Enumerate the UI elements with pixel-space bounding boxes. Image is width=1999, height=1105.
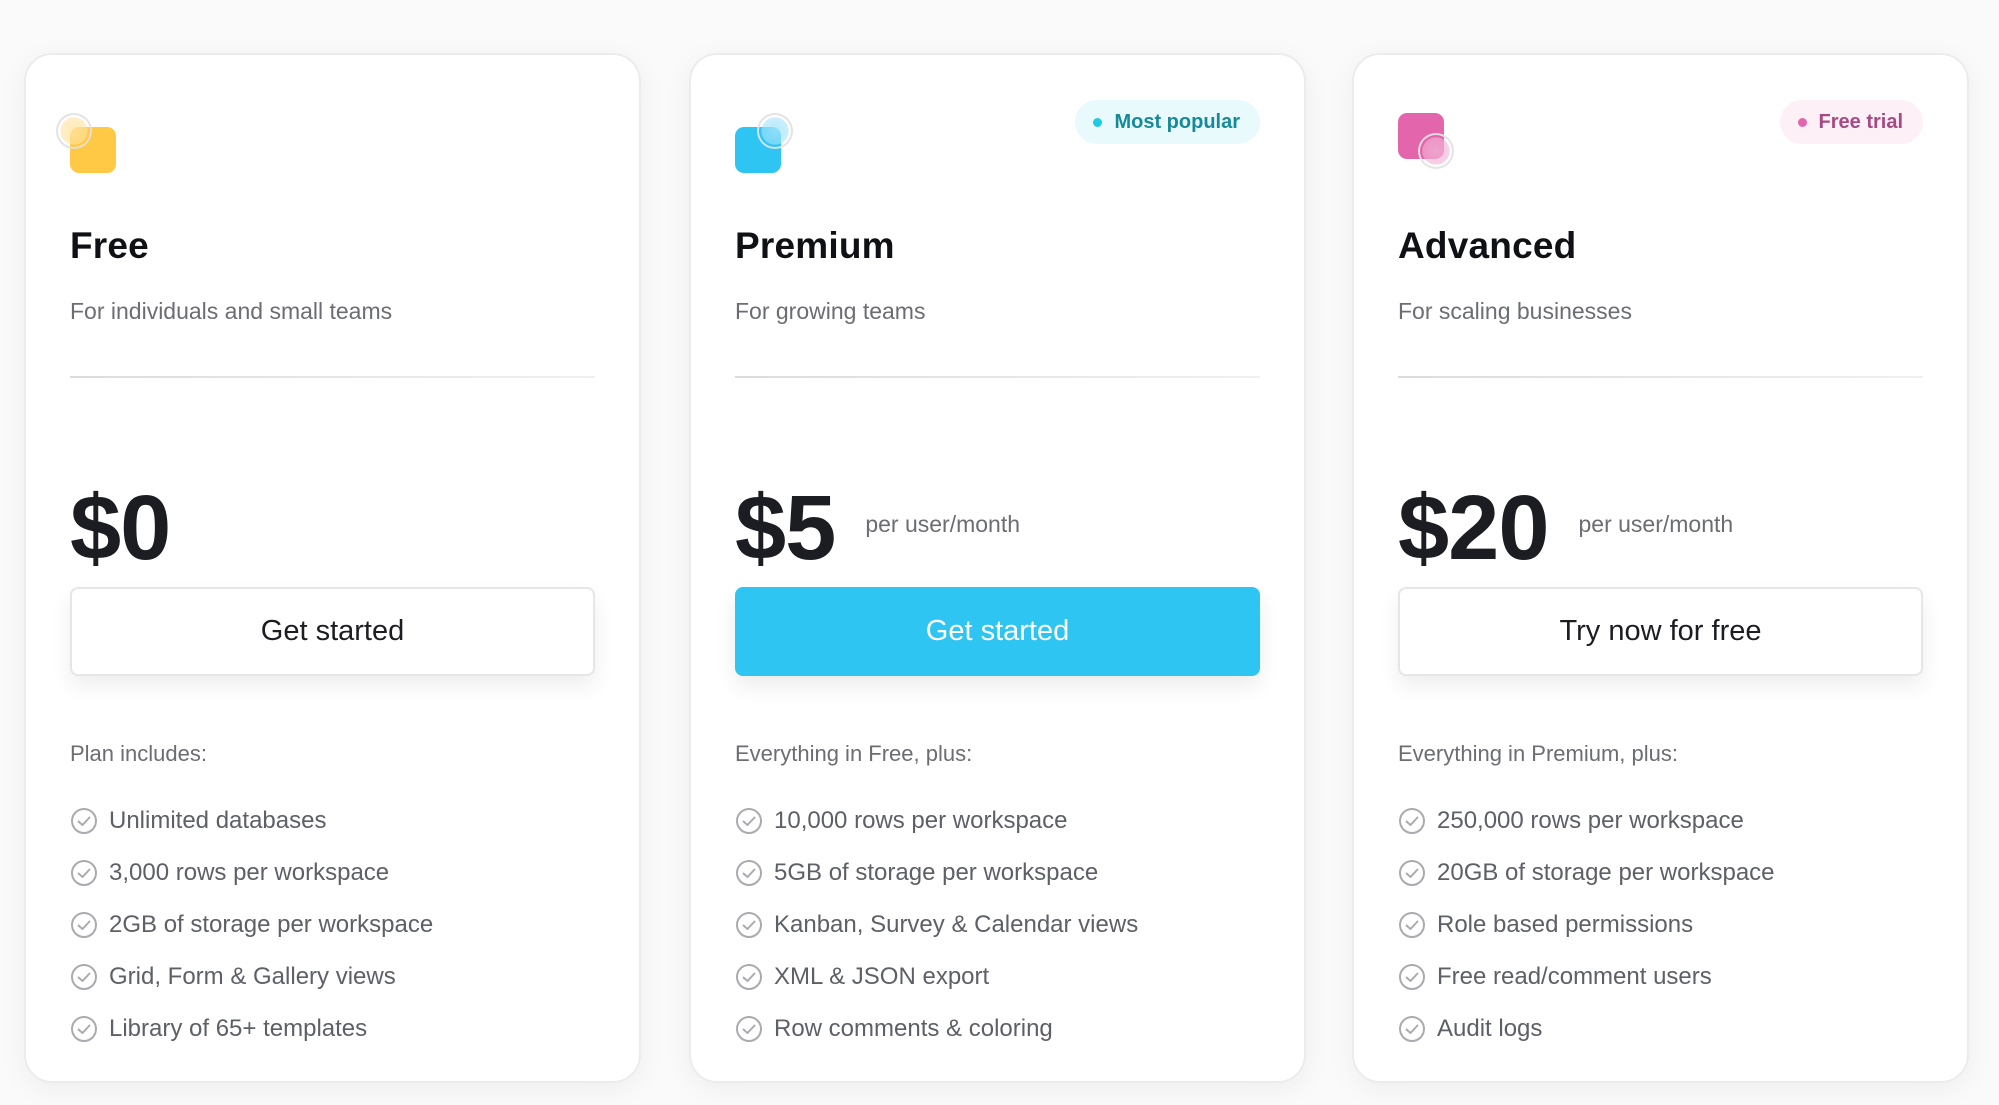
check-circle-icon <box>735 911 763 939</box>
feature-text: 2GB of storage per workspace <box>109 911 434 938</box>
plan-shape-icon <box>735 113 793 177</box>
feature-list: 10,000 rows per workspace 5GB of storage… <box>735 795 1138 1055</box>
feature-list: 250,000 rows per workspace 20GB of stora… <box>1398 795 1775 1055</box>
price: $0 <box>70 477 171 579</box>
divider <box>70 376 595 378</box>
check-circle-icon <box>735 859 763 887</box>
check-circle-icon <box>70 911 98 939</box>
feature-text: Grid, Form & Gallery views <box>109 963 396 990</box>
most-popular-badge: Most popular <box>1075 100 1260 144</box>
plan-subtitle: For growing teams <box>735 298 926 324</box>
includes-label: Plan includes: <box>70 741 207 766</box>
feature-text: Role based permissions <box>1437 911 1694 938</box>
feature-text: Library of 65+ templates <box>109 1015 368 1042</box>
feature-item: Unlimited databases <box>70 795 433 847</box>
price: $20 <box>1398 477 1549 579</box>
feature-item: 20GB of storage per workspace <box>1398 847 1775 899</box>
plan-title: Premium <box>735 225 895 266</box>
get-started-button[interactable]: Get started <box>735 587 1260 676</box>
divider <box>1398 376 1923 378</box>
feature-item: Audit logs <box>1398 1003 1775 1055</box>
check-circle-icon <box>1398 963 1426 991</box>
check-circle-icon <box>1398 1015 1426 1043</box>
feature-text: Unlimited databases <box>109 807 327 834</box>
feature-item: Library of 65+ templates <box>70 1003 433 1055</box>
feature-text: 10,000 rows per workspace <box>774 807 1068 834</box>
check-circle-icon <box>1398 807 1426 835</box>
try-now-button[interactable]: Try now for free <box>1398 587 1923 676</box>
feature-item: 250,000 rows per workspace <box>1398 795 1775 847</box>
free-trial-badge: Free trial <box>1779 100 1923 144</box>
badge-dot-icon <box>1093 117 1103 127</box>
feature-text: Audit logs <box>1437 1015 1543 1042</box>
plan-subtitle: For scaling businesses <box>1398 298 1632 324</box>
feature-item: Row comments & coloring <box>735 1003 1138 1055</box>
check-circle-icon <box>70 859 98 887</box>
check-circle-icon <box>1398 859 1426 887</box>
badge-label: Free trial <box>1818 110 1903 133</box>
get-started-button[interactable]: Get started <box>70 587 595 676</box>
plan-title: Free <box>70 225 149 266</box>
check-circle-icon <box>735 963 763 991</box>
feature-text: XML & JSON export <box>774 963 990 990</box>
feature-text: 3,000 rows per workspace <box>109 859 390 886</box>
includes-label: Everything in Free, plus: <box>735 741 973 766</box>
feature-list: Unlimited databases 3,000 rows per works… <box>70 795 433 1055</box>
plan-card-premium: Most popular Premium For growing teams $… <box>689 53 1306 1083</box>
feature-text: 250,000 rows per workspace <box>1437 807 1744 834</box>
feature-item: 5GB of storage per workspace <box>735 847 1138 899</box>
plan-shape-icon <box>1398 113 1454 177</box>
feature-text: 20GB of storage per workspace <box>1437 859 1775 886</box>
includes-label: Everything in Premium, plus: <box>1398 741 1678 766</box>
feature-item: Kanban, Survey & Calendar views <box>735 899 1138 951</box>
feature-item: Free read/comment users <box>1398 951 1775 1003</box>
feature-text: Kanban, Survey & Calendar views <box>774 911 1139 938</box>
divider <box>735 376 1260 378</box>
plan-title: Advanced <box>1398 225 1577 266</box>
check-circle-icon <box>1398 911 1426 939</box>
badge-dot-icon <box>1797 117 1807 127</box>
plan-card-advanced: Free trial Advanced For scaling business… <box>1352 53 1969 1083</box>
check-circle-icon <box>735 1015 763 1043</box>
price-unit: per user/month <box>865 510 1021 537</box>
check-circle-icon <box>70 1015 98 1043</box>
badge-label: Most popular <box>1114 110 1240 133</box>
feature-text: 5GB of storage per workspace <box>774 859 1099 886</box>
check-circle-icon <box>735 807 763 835</box>
plan-card-free: Free For individuals and small teams $0 … <box>24 53 641 1083</box>
feature-item: XML & JSON export <box>735 951 1138 1003</box>
feature-text: Free read/comment users <box>1437 963 1712 990</box>
feature-item: Role based permissions <box>1398 899 1775 951</box>
price-row: $5 per user/month <box>735 473 1020 583</box>
feature-item: Grid, Form & Gallery views <box>70 951 433 1003</box>
feature-item: 10,000 rows per workspace <box>735 795 1138 847</box>
feature-text: Row comments & coloring <box>774 1015 1053 1042</box>
check-circle-icon <box>70 807 98 835</box>
price: $5 <box>735 477 836 579</box>
price-row: $20 per user/month <box>1398 473 1733 583</box>
price-row: $0 <box>70 473 171 583</box>
feature-item: 2GB of storage per workspace <box>70 899 433 951</box>
plan-subtitle: For individuals and small teams <box>70 298 393 324</box>
check-circle-icon <box>70 963 98 991</box>
feature-item: 3,000 rows per workspace <box>70 847 433 899</box>
price-unit: per user/month <box>1578 510 1734 537</box>
plan-shape-icon <box>56 113 126 177</box>
